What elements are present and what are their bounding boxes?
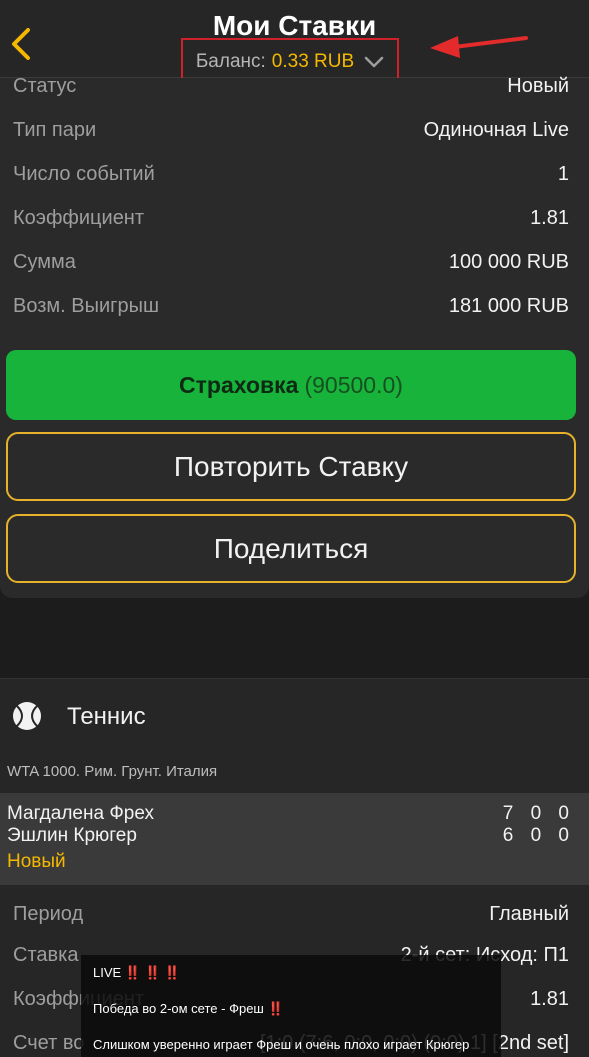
detail-value: Одиночная Live bbox=[423, 118, 569, 141]
detail-value: 181 000 RUB bbox=[448, 294, 569, 317]
caption-live: LIVE bbox=[93, 965, 122, 980]
caption-line-1: LIVE ‼️ ‼️ ‼️ bbox=[93, 965, 181, 981]
detail-row: Статус Новый bbox=[13, 71, 569, 101]
caption-line-2: Победа во 2-ом сете - Фреш ‼️ bbox=[93, 1001, 284, 1017]
bet-details-card: Статус Новый Тип пари Одиночная Live Чис… bbox=[0, 75, 589, 598]
detail-key: Период bbox=[13, 902, 84, 925]
insurance-button[interactable]: Страховка (90500.0) bbox=[6, 350, 576, 420]
player-2: Эшлин Крюгер bbox=[7, 825, 137, 846]
score-2: 6 0 0 bbox=[502, 825, 575, 846]
exclamation-icon: ‼️ bbox=[267, 1001, 284, 1016]
red-arrow-annotation bbox=[430, 36, 528, 58]
tennis-ball-icon bbox=[13, 702, 41, 730]
insurance-amount: (90500.0) bbox=[304, 371, 403, 398]
caption-line-3: Слишком уверенно играет Фреш и очень пло… bbox=[93, 1037, 470, 1052]
detail-key: Возм. Выигрыш bbox=[13, 294, 159, 317]
detail-value: Главный bbox=[489, 902, 569, 925]
repeat-bet-button[interactable]: Повторить Ставку bbox=[6, 432, 576, 501]
caption-overlay: LIVE ‼️ ‼️ ‼️ Победа во 2-ом сете - Фреш… bbox=[81, 955, 501, 1057]
detail-key: Ставка bbox=[13, 943, 79, 966]
detail-key: Тип пари bbox=[13, 118, 97, 141]
detail-value: 1 bbox=[557, 162, 569, 185]
chevron-down-icon bbox=[364, 56, 384, 68]
detail-key: Число событий bbox=[13, 162, 155, 185]
match-card[interactable]: Магдалена Фрех 7 0 0 Эшлин Крюгер 6 0 0 … bbox=[0, 793, 589, 885]
detail-row: Число событий 1 bbox=[13, 159, 569, 189]
balance-value: 0.33 RUB bbox=[271, 51, 355, 72]
caption-text: Победа во 2-ом сете - Фреш bbox=[93, 1001, 264, 1016]
section-divider bbox=[0, 598, 589, 678]
detail-value: 1.81 bbox=[530, 987, 569, 1010]
detail-key: Статус bbox=[13, 74, 77, 97]
insurance-label: Страховка bbox=[179, 371, 299, 398]
exclamation-icon: ‼️ ‼️ ‼️ bbox=[124, 965, 181, 980]
detail-value: 1.81 bbox=[530, 206, 569, 229]
detail-row: Коэффициент 1.81 bbox=[13, 203, 569, 233]
league-name: WTA 1000. Рим. Грунт. Италия bbox=[7, 763, 218, 780]
detail-key: Сумма bbox=[13, 250, 76, 273]
player-1: Магдалена Фрех bbox=[7, 803, 154, 824]
detail-row: Сумма 100 000 RUB bbox=[13, 247, 569, 277]
top-bar: Мои Ставки Баланс: 0.33 RUB bbox=[0, 0, 589, 86]
detail-key: Счет во bbox=[13, 1031, 85, 1054]
detail-row: Тип пари Одиночная Live bbox=[13, 115, 569, 145]
detail-key: Коэффициент bbox=[13, 206, 145, 229]
sport-name: Теннис bbox=[67, 703, 146, 730]
event-detail-row: Период Главный bbox=[13, 899, 569, 929]
balance-label: Баланс: bbox=[195, 51, 266, 72]
detail-value: Новый bbox=[507, 74, 569, 97]
share-button[interactable]: Поделиться bbox=[6, 514, 576, 583]
match-status: Новый bbox=[7, 851, 66, 872]
detail-value: 100 000 RUB bbox=[448, 250, 569, 273]
detail-row: Возм. Выигрыш 181 000 RUB bbox=[13, 291, 569, 321]
score-1: 7 0 0 bbox=[502, 803, 575, 824]
